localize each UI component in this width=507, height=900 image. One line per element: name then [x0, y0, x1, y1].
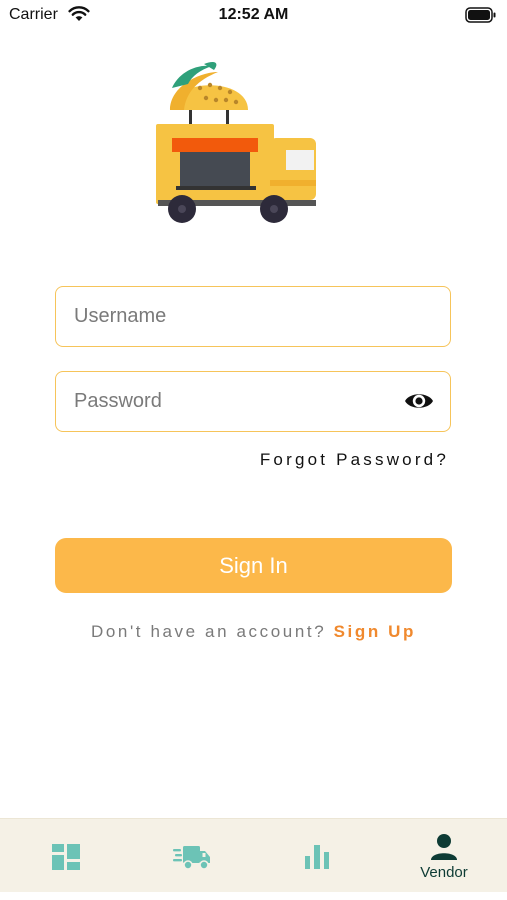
tab-analytics[interactable]	[254, 819, 380, 893]
show-password-eye-icon[interactable]	[403, 388, 435, 414]
sign-in-button[interactable]: Sign In	[55, 538, 452, 593]
person-icon	[431, 834, 457, 860]
tab-vendor[interactable]: Vendor	[381, 819, 507, 893]
tab-vendor-label: Vendor	[420, 864, 468, 881]
dashboard-icon	[52, 844, 80, 870]
clock: 12:52 AM	[218, 6, 289, 23]
password-field[interactable]	[55, 371, 451, 432]
status-bar: Carrier 12:52 AM	[0, 0, 507, 30]
battery-icon	[465, 7, 497, 28]
forgot-password-link[interactable]: Forgot Password?	[260, 450, 449, 470]
bar-chart-icon	[305, 845, 329, 869]
taco-truck-logo	[148, 58, 324, 228]
sign-up-link[interactable]: Sign Up	[334, 622, 416, 641]
no-account-text: Don't have an account?	[90, 622, 327, 641]
sign-up-prompt: Don't have an account? Sign Up	[0, 622, 507, 642]
username-field[interactable]	[55, 286, 451, 347]
delivery-truck-icon	[173, 846, 210, 870]
username-input[interactable]	[74, 287, 394, 346]
home-indicator-area	[0, 892, 507, 900]
bottom-tab-bar: Vendor	[0, 818, 507, 893]
tab-dashboard[interactable]	[2, 819, 128, 893]
tab-delivery[interactable]	[128, 819, 254, 893]
password-input[interactable]	[74, 372, 394, 431]
